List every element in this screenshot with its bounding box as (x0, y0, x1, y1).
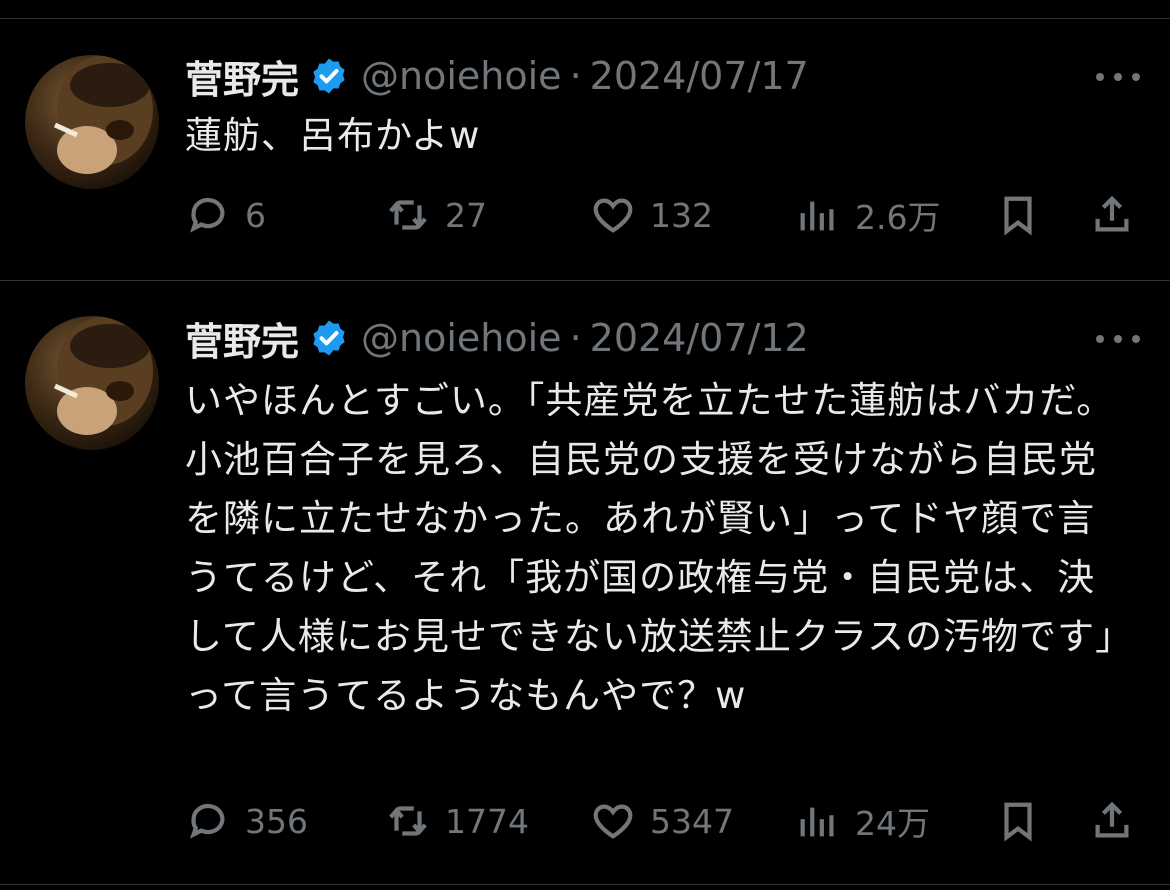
retweet-count: 27 (445, 195, 487, 235)
like-count: 132 (650, 195, 713, 235)
separator-dot: · (569, 54, 582, 98)
avatar-photo (53, 316, 153, 435)
share-button[interactable] (1089, 796, 1135, 846)
views-button[interactable]: 24万 (795, 796, 930, 846)
tweet-date[interactable]: 2024/07/12 (590, 316, 809, 360)
verified-badge-icon (313, 58, 345, 94)
verified-badge-icon (313, 320, 345, 356)
share-button[interactable] (1089, 190, 1135, 240)
author-name[interactable]: 菅野完 (185, 311, 299, 366)
tweet-text: いやほんとすごい。「共産党を立たせた蓮舫はバカだ。小池百合子を見ろ、自民党の支援… (185, 379, 1115, 717)
author-name[interactable]: 菅野完 (185, 49, 299, 104)
views-count: 2.6万 (855, 198, 941, 237)
reply-count: 356 (245, 801, 308, 841)
bottom-divider (0, 884, 1170, 885)
avatar-photo (53, 55, 153, 174)
bookmark-icon (1004, 802, 1032, 842)
action-bar: 356 1774 5347 24万 (185, 796, 1145, 846)
retweet-button[interactable]: 27 (385, 190, 487, 240)
share-icon (1095, 801, 1129, 838)
views-count: 24万 (855, 804, 930, 843)
views-chart-icon (800, 807, 834, 837)
bookmark-button[interactable] (995, 796, 1041, 846)
reply-count: 6 (245, 195, 266, 235)
avatar[interactable] (25, 55, 159, 189)
share-icon (1095, 195, 1129, 232)
heart-icon (593, 198, 633, 233)
avatar[interactable] (25, 316, 159, 450)
like-button[interactable]: 132 (590, 190, 713, 240)
reply-button[interactable]: 356 (185, 796, 308, 846)
author-handle[interactable]: @noiehoie (361, 316, 562, 360)
reply-button[interactable]: 6 (185, 190, 266, 240)
author-handle[interactable]: @noiehoie (361, 54, 562, 98)
retweet-icon (389, 200, 427, 230)
tweet-1[interactable]: 菅野完 @noiehoie · 2024/07/17 蓮舫、呂布かよw 6 27 (0, 0, 1170, 280)
retweet-button[interactable]: 1774 (385, 796, 529, 846)
tweet-2[interactable]: 菅野完 @noiehoie · 2024/07/12 いやほんとすごい。「共産党… (0, 281, 1170, 881)
separator-dot: · (569, 316, 582, 360)
more-options-icon[interactable] (1096, 62, 1140, 92)
tweet-header: 菅野完 @noiehoie · 2024/07/17 (185, 46, 809, 106)
retweet-icon (389, 806, 427, 836)
tweet-header: 菅野完 @noiehoie · 2024/07/12 (185, 308, 809, 368)
like-button[interactable]: 5347 (590, 796, 734, 846)
heart-icon (593, 804, 633, 839)
views-chart-icon (800, 201, 834, 231)
views-button[interactable]: 2.6万 (795, 190, 940, 240)
reply-icon (190, 803, 225, 839)
reply-icon (190, 197, 225, 233)
bookmark-button[interactable] (995, 190, 1041, 240)
action-bar: 6 27 132 2.6万 (185, 190, 1145, 240)
like-count: 5347 (650, 801, 734, 841)
tweet-date[interactable]: 2024/07/17 (590, 54, 809, 98)
more-options-icon[interactable] (1096, 324, 1140, 354)
bookmark-icon (1004, 196, 1032, 236)
retweet-count: 1774 (445, 801, 529, 841)
tweet-text: 蓮舫、呂布かよw (185, 114, 481, 157)
